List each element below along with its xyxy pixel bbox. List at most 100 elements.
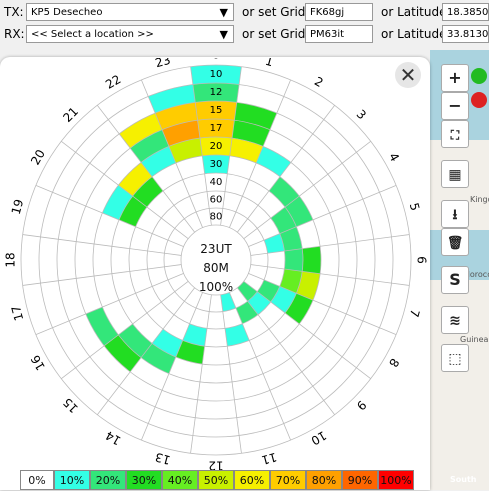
center-percent: 100%: [198, 280, 234, 294]
hour-label: 20: [28, 147, 48, 167]
hour-label: 19: [9, 198, 26, 216]
fullscreen-button[interactable]: ⛶: [441, 120, 469, 148]
hour-label: 22: [103, 72, 123, 92]
legend-item: 10%: [54, 470, 90, 490]
legend-item: 90%: [342, 470, 378, 490]
hour-label: 3: [354, 107, 369, 122]
map-layer-button[interactable]: ▦: [441, 160, 469, 188]
rx-grid-input[interactable]: PM63it: [305, 25, 373, 43]
map-label: Kingd: [470, 195, 489, 204]
ring-label: 60: [210, 195, 223, 206]
hour-label: 9: [354, 398, 369, 413]
grid-spoke: [22, 264, 182, 286]
ring-label: 12: [210, 87, 223, 98]
legend-item: 40%: [162, 470, 198, 490]
tx-lat-label: or Latitude:: [381, 5, 451, 19]
ring-label: 80: [210, 212, 223, 223]
legend-item: 80%: [306, 470, 342, 490]
tx-grid-value: FK68gj: [310, 7, 345, 18]
download-icon: ⭳: [452, 207, 458, 223]
zoom-out-button[interactable]: −: [441, 92, 469, 120]
hour-label: 16: [28, 353, 48, 373]
expand-icon: ⛶: [450, 128, 460, 142]
hour-label: 2: [312, 74, 326, 90]
hour-label: 12: [208, 459, 223, 471]
rx-location-value: << Select a location >>: [31, 29, 154, 40]
hour-label: 0: [212, 58, 220, 62]
hour-label: 13: [154, 450, 172, 467]
rx-lat-value: 33.8130: [447, 29, 489, 40]
ring-label: 30: [210, 159, 223, 170]
ring-label: 20: [210, 141, 223, 152]
tx-grid-label: or set Grid:: [242, 5, 310, 19]
hour-label: 4: [386, 150, 402, 164]
chart-center-info: 23UT 80M 100%: [183, 240, 249, 297]
grid-select-icon: ⬚: [448, 351, 462, 367]
tx-lat-value: 18.3850: [447, 7, 489, 18]
ring-label: 15: [210, 105, 223, 116]
map-label: South: [450, 475, 477, 484]
s-button[interactable]: S: [441, 266, 469, 294]
legend-item: 60%: [234, 470, 270, 490]
tx-grid-input[interactable]: FK68gj: [305, 3, 373, 21]
green-marker-icon[interactable]: [471, 68, 487, 84]
rx-lat-input[interactable]: 33.8130: [442, 25, 489, 43]
heatmap-cell: [225, 323, 250, 347]
tx-lat-input[interactable]: 18.3850: [442, 3, 489, 21]
chevron-down-icon: ▼: [219, 6, 228, 19]
download-button[interactable]: ⭳: [441, 200, 469, 228]
grid-spoke: [22, 234, 182, 256]
hour-label: 18: [4, 252, 18, 267]
map-label: Guinea: [460, 335, 489, 344]
chevron-down-icon: ▼: [219, 28, 228, 41]
heatmap-cell: [284, 248, 304, 272]
rx-label: RX:: [4, 27, 25, 41]
color-legend: 0% 10% 20% 30% 40% 50% 60% 70% 80% 90% 100%: [0, 470, 430, 490]
rx-location-select[interactable]: << Select a location >> ▼: [26, 25, 234, 43]
legend-item: 100%: [378, 470, 414, 490]
rx-lat-label: or Latitude:: [381, 27, 451, 41]
delete-button[interactable]: 🗑: [441, 228, 469, 256]
heatmap-cell: [302, 246, 321, 274]
layers-icon: ≋: [449, 313, 461, 329]
hour-label: 17: [9, 304, 26, 322]
rx-grid-value: PM63it: [310, 29, 345, 40]
ring-label: 10: [210, 69, 223, 80]
rx-row: RX: << Select a location >> ▼ or set Gri…: [0, 24, 489, 46]
rx-grid-label: or set Grid:: [242, 27, 310, 41]
center-time: 23UT: [200, 242, 232, 256]
hour-label: 7: [407, 308, 423, 319]
legend-item: 50%: [198, 470, 234, 490]
center-band: 80M: [203, 261, 229, 275]
legend-item: 70%: [270, 470, 306, 490]
map-icon: ▦: [448, 167, 462, 183]
zoom-in-button[interactable]: +: [441, 64, 469, 92]
hour-label: 10: [309, 428, 329, 448]
hour-label: 6: [415, 256, 429, 264]
tx-label: TX:: [4, 5, 24, 19]
ring-label: 40: [210, 177, 223, 188]
legend-item: 0%: [20, 470, 54, 490]
tx-row: TX: KP5 Desecheo ▼ or set Grid: FK68gj o…: [0, 2, 489, 24]
red-marker-icon[interactable]: [471, 92, 487, 108]
trash-icon: 🗑: [446, 236, 464, 251]
grid-spoke: [35, 185, 184, 247]
select-area-button[interactable]: ⬚: [441, 344, 469, 372]
hour-label: 11: [260, 450, 278, 467]
hour-label: 1: [264, 58, 275, 69]
grid-spoke: [248, 273, 397, 335]
hour-label: 14: [103, 428, 123, 448]
legend-item: 20%: [90, 470, 126, 490]
ring-label: 17: [210, 123, 223, 134]
grid-spoke: [229, 292, 291, 441]
hour-label: 23: [154, 58, 172, 70]
legend-item: 30%: [126, 470, 162, 490]
grid-spoke: [250, 264, 410, 286]
grid-spoke: [220, 294, 242, 454]
hour-label: 5: [407, 201, 423, 212]
tx-location-value: KP5 Desecheo: [31, 7, 103, 18]
grid-spoke: [190, 294, 212, 454]
grid-spoke: [141, 292, 203, 441]
tx-location-select[interactable]: KP5 Desecheo ▼: [26, 3, 234, 21]
layers-button[interactable]: ≋: [441, 306, 469, 334]
